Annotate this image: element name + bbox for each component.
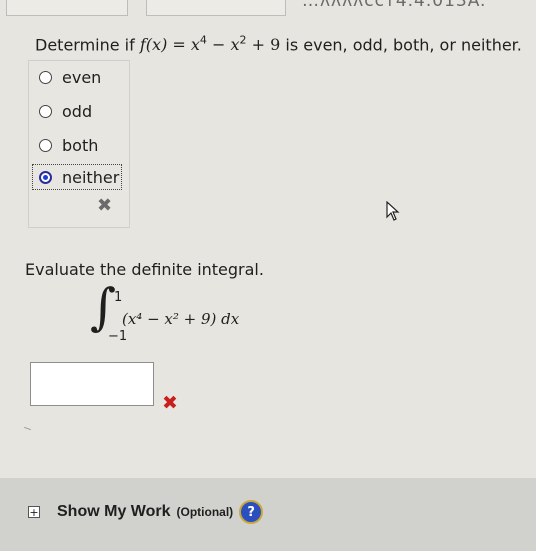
help-icon[interactable]: ? [239, 500, 264, 524]
x-mark-icon: ✖ [97, 195, 113, 216]
incorrect-x-icon: ✖ [162, 392, 178, 414]
choice-label: both [62, 135, 99, 155]
expand-plus-icon[interactable]: + [28, 506, 40, 518]
integral-sign: ∫ [90, 278, 117, 336]
optional-label: (Optional) [176, 505, 234, 519]
choice-even[interactable]: even [39, 66, 101, 88]
lower-limit: −1 [108, 329, 128, 344]
choice-group: even odd both neither ✖ [28, 60, 130, 228]
choice-both[interactable]: both [39, 134, 98, 156]
show-my-work-label[interactable]: Show My Work [57, 503, 171, 521]
choice-label: odd [62, 101, 93, 121]
choice-label: even [62, 67, 102, 87]
radio-even[interactable] [39, 70, 52, 84]
mouse-cursor-icon [386, 200, 400, 225]
integrand: (x⁴ − x² + 9) dx [122, 310, 240, 328]
radio-odd[interactable] [39, 104, 52, 118]
top-bar: …ᴧᴧᴧᴧᴄᴄᴛ4.4.013A. [0, 0, 536, 16]
upper-limit: 1 [114, 290, 123, 305]
choice-odd[interactable]: odd [39, 100, 92, 122]
footer-panel: + Show My Work (Optional) ? [0, 478, 536, 551]
show-my-work-toggle[interactable]: + Show My Work (Optional) ? [28, 500, 264, 524]
choice-neither[interactable]: neither [39, 166, 119, 188]
answer-input[interactable] [30, 362, 154, 406]
stray-mark [24, 426, 31, 431]
radio-neither[interactable] [39, 170, 52, 184]
function-expression: f(x) = x4 − x2 + 9 [139, 34, 281, 55]
question-tail: is even, odd, both, or neither. [285, 35, 522, 55]
question-lead: Determine if [35, 35, 135, 55]
choice-label: neither [62, 167, 120, 187]
top-tab-2[interactable] [146, 0, 286, 16]
top-tab-1[interactable] [6, 0, 128, 16]
evaluate-prompt: Evaluate the definite integral. [25, 260, 264, 279]
problem-id: …ᴧᴧᴧᴧᴄᴄᴛ4.4.013A. [302, 0, 487, 11]
radio-both[interactable] [39, 138, 52, 152]
question-text: Determine if f(x) = x4 − x2 + 9 is even,… [35, 34, 522, 54]
